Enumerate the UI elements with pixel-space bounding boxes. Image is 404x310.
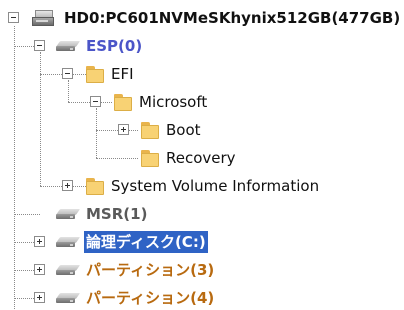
esp-label: ESP(0)	[86, 37, 143, 55]
logical-c-label: 論理ディスク(C:)	[84, 231, 208, 253]
folder-icon	[140, 121, 160, 140]
expand-partition4-button[interactable]	[34, 292, 45, 303]
efi-label: EFI	[111, 65, 134, 83]
tree-node-boot[interactable]: Boot	[140, 118, 203, 142]
collapse-root-button[interactable]	[8, 12, 19, 23]
tree-line-h	[96, 158, 138, 159]
msr-label: MSR(1)	[86, 205, 148, 223]
hard-disk-icon	[30, 8, 56, 28]
folder-icon	[85, 177, 105, 196]
tree-node-msr[interactable]: MSR(1)	[55, 202, 149, 226]
boot-label: Boot	[166, 121, 201, 139]
drive-icon	[55, 235, 81, 249]
collapse-microsoft-button[interactable]	[90, 96, 101, 107]
expand-system-volume-button[interactable]	[62, 180, 73, 191]
tree-node-logical-c[interactable]: 論理ディスク(C:)	[55, 230, 208, 254]
recovery-label: Recovery	[166, 149, 236, 167]
system-volume-label: System Volume Information	[111, 177, 320, 195]
tree-node-efi[interactable]: EFI	[85, 62, 136, 86]
tree-node-microsoft[interactable]: Microsoft	[113, 90, 209, 114]
tree-line-h	[14, 214, 40, 215]
root-disk-label: HD0:PC601NVMeSKhynix512GB(477GB)	[64, 9, 401, 27]
tree-node-system-volume[interactable]: System Volume Information	[85, 174, 321, 198]
expand-partition3-button[interactable]	[34, 264, 45, 275]
tree-node-partition3[interactable]: パーティション(3)	[55, 258, 216, 282]
tree-line-root	[14, 26, 15, 309]
drive-icon	[55, 207, 81, 221]
folder-icon	[140, 149, 160, 168]
tree-line-h	[96, 130, 138, 131]
expand-boot-button[interactable]	[118, 124, 129, 135]
tree-node-root-disk[interactable]: HD0:PC601NVMeSKhynix512GB(477GB)	[30, 6, 402, 30]
collapse-efi-button[interactable]	[62, 68, 73, 79]
folder-icon	[113, 93, 133, 112]
microsoft-label: Microsoft	[139, 93, 208, 111]
tree-line-esp	[40, 52, 41, 186]
tree-line-microsoft	[96, 108, 97, 158]
tree-line-efi	[68, 80, 69, 102]
partition4-label: パーティション(4)	[86, 289, 215, 307]
drive-icon	[55, 291, 81, 305]
partition-tree: HD0:PC601NVMeSKhynix512GB(477GB) ESP(0) …	[0, 0, 404, 309]
collapse-esp-button[interactable]	[34, 40, 45, 51]
tree-node-recovery[interactable]: Recovery	[140, 146, 238, 170]
folder-icon	[85, 65, 105, 84]
drive-icon	[55, 263, 81, 277]
tree-node-partition4[interactable]: パーティション(4)	[55, 286, 216, 310]
expand-logical-c-button[interactable]	[34, 236, 45, 247]
tree-node-esp[interactable]: ESP(0)	[55, 34, 144, 58]
drive-icon	[55, 39, 81, 53]
partition3-label: パーティション(3)	[86, 261, 215, 279]
